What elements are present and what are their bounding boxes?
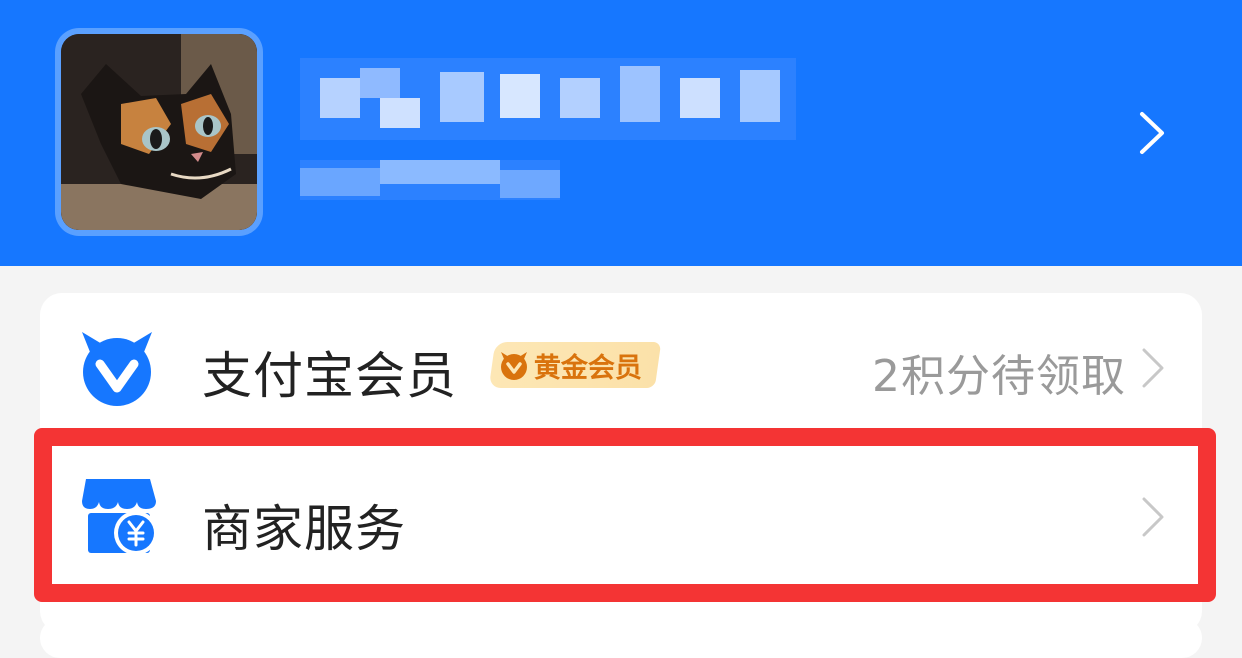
- gold-member-badge[interactable]: 黄金会员: [488, 342, 662, 388]
- redacted-user-name: [300, 58, 796, 140]
- points-pending-text: 2积分待领取: [872, 351, 1126, 402]
- redacted-account-id: [300, 160, 560, 200]
- chevron-right-icon[interactable]: [1132, 110, 1172, 156]
- profile-header[interactable]: [0, 0, 1242, 266]
- chevron-right-icon: [1142, 497, 1164, 537]
- gold-member-badge-text: 黄金会员: [534, 352, 642, 384]
- alipay-member-label: 支付宝会员: [202, 347, 457, 405]
- alipay-member-row[interactable]: 支付宝会员 黄金会员 2积分待领取: [40, 296, 1202, 436]
- gold-member-icon: [501, 352, 527, 380]
- merchant-service-row[interactable]: 商家服务: [40, 445, 1202, 585]
- merchant-service-label: 商家服务: [202, 500, 406, 558]
- alipay-member-icon: [82, 332, 152, 406]
- avatar-image: [61, 34, 257, 230]
- next-card: [40, 618, 1202, 658]
- avatar[interactable]: [55, 28, 263, 236]
- chevron-right-icon: [1142, 348, 1164, 388]
- merchant-store-icon: [82, 479, 158, 555]
